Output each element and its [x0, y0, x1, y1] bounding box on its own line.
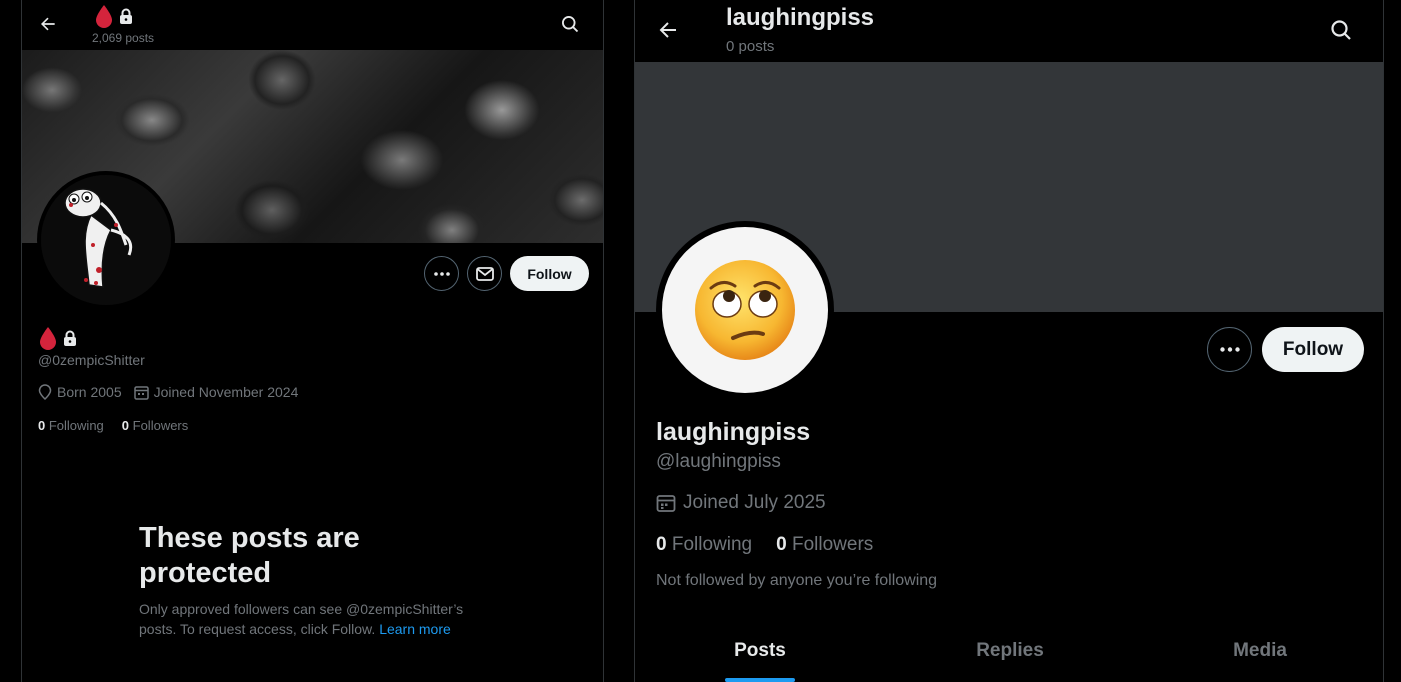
followers-count: 0	[776, 534, 787, 555]
search-icon[interactable]	[560, 14, 580, 34]
joined-info: Joined July 2025	[656, 492, 826, 514]
protected-title: These posts are protected	[139, 522, 360, 589]
right-profile-panel: laughingpiss 0 posts Follow laughingpiss…	[634, 0, 1384, 682]
header-post-count: 0 posts	[726, 38, 775, 55]
following-count: 0	[38, 418, 46, 433]
back-arrow-icon[interactable]	[38, 14, 58, 34]
location-icon	[38, 384, 52, 400]
birth-info: Born 2005	[38, 384, 122, 400]
following-link[interactable]: 0 Following	[38, 418, 104, 433]
avatar[interactable]	[656, 221, 834, 399]
header-post-count: 2,069 posts	[92, 31, 155, 45]
tab-media[interactable]: Media	[1135, 620, 1383, 682]
tab-posts[interactable]: Posts	[635, 620, 885, 682]
more-options-button[interactable]	[1207, 327, 1252, 372]
back-arrow-icon[interactable]	[656, 18, 680, 42]
tab-replies[interactable]: Replies	[885, 620, 1135, 682]
following-label: Following	[48, 418, 104, 433]
follow-stats: 0 Following 0 Followers	[38, 418, 206, 433]
following-link[interactable]: 0 Following	[656, 534, 752, 556]
active-tab-indicator	[725, 678, 795, 682]
message-button[interactable]	[467, 256, 502, 291]
followers-link[interactable]: 0 Followers	[776, 534, 873, 556]
display-name: laughingpiss	[656, 418, 811, 446]
joined-text: Joined November 2024	[153, 384, 299, 400]
calendar-icon	[133, 385, 149, 400]
calendar-icon	[656, 493, 676, 513]
follow-button[interactable]: Follow	[1262, 327, 1364, 372]
left-profile-panel: 2,069 posts Follow @0zempicShitter Born …	[21, 0, 604, 682]
display-name	[39, 326, 77, 350]
follow-button[interactable]: Follow	[510, 256, 589, 291]
more-icon	[1219, 347, 1240, 352]
user-handle: @laughingpiss	[656, 451, 781, 472]
follow-stats: 0 Following 0 Followers	[656, 534, 897, 556]
tab-replies-label: Replies	[976, 640, 1044, 661]
blood-drop-icon	[95, 4, 113, 28]
more-options-button[interactable]	[424, 256, 459, 291]
tab-posts-label: Posts	[734, 640, 786, 661]
search-icon[interactable]	[1329, 18, 1353, 42]
joined-info: Joined November 2024	[133, 384, 299, 400]
user-handle: @0zempicShitter	[38, 352, 145, 368]
protected-message: Only approved followers can see @0zempic…	[139, 599, 499, 639]
lock-icon	[63, 330, 77, 346]
lock-icon	[119, 8, 133, 24]
eye-roll-emoji-icon	[693, 258, 797, 362]
header-display-name	[95, 4, 133, 28]
header-title: laughingpiss	[726, 4, 875, 31]
more-icon	[433, 271, 450, 276]
followers-label: Followers	[132, 418, 189, 433]
mail-icon	[475, 266, 494, 281]
profile-tabs: Posts Replies Media	[635, 620, 1383, 682]
tab-media-label: Media	[1233, 640, 1287, 661]
following-label: Following	[671, 534, 753, 555]
blood-drop-icon	[39, 326, 57, 350]
not-followed-text: Not followed by anyone you’re following	[656, 572, 938, 589]
followers-count: 0	[121, 418, 130, 433]
born-text: Born 2005	[57, 384, 122, 400]
followers-label: Followers	[791, 534, 874, 555]
profile-meta: Born 2005 Joined November 2024	[38, 384, 310, 400]
followers-link[interactable]: 0 Followers	[122, 418, 188, 433]
avatar[interactable]	[37, 171, 175, 309]
following-count: 0	[656, 534, 667, 555]
avatar-image	[662, 227, 828, 393]
joined-text: Joined July 2025	[683, 492, 826, 513]
learn-more-link[interactable]: Learn more	[379, 621, 451, 637]
